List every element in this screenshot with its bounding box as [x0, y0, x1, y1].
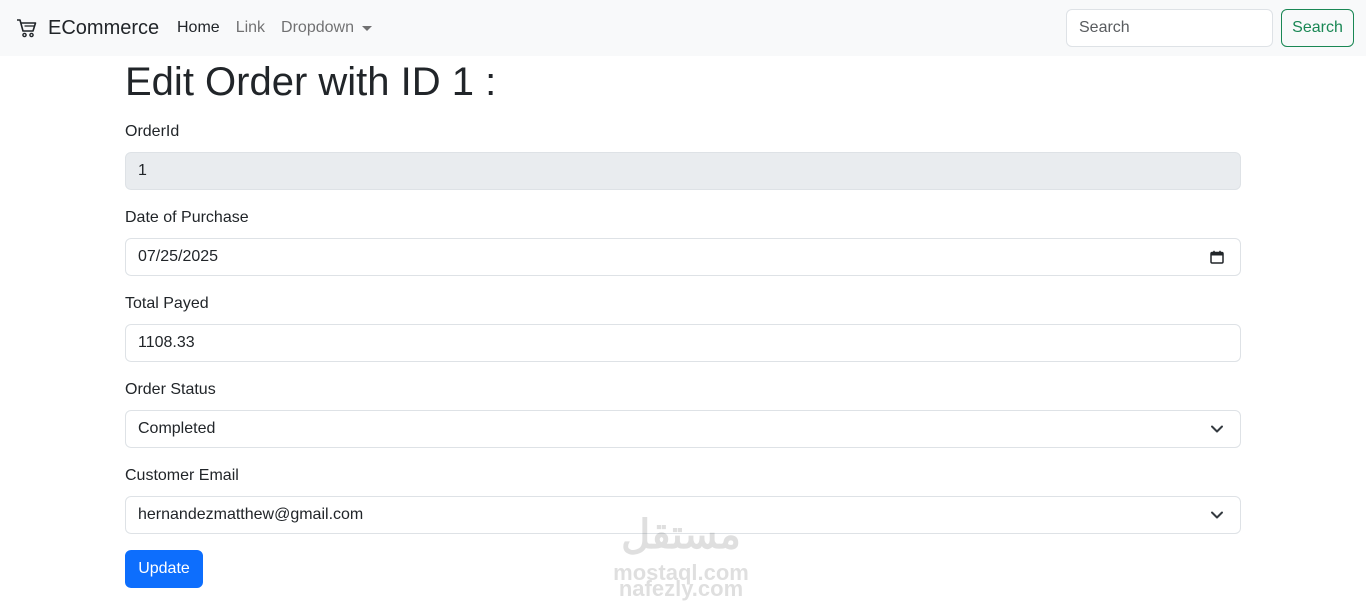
- order-status-select[interactable]: Completed: [125, 410, 1241, 448]
- order-id-label: OrderId: [125, 123, 180, 140]
- date-of-purchase-input[interactable]: 07/25/2025: [125, 238, 1241, 276]
- date-of-purchase-value: 07/25/2025: [138, 248, 219, 265]
- nav-dropdown-label: Dropdown: [281, 19, 354, 36]
- order-id-input[interactable]: 1: [125, 152, 1241, 190]
- customer-email-select[interactable]: hernandezmatthew@gmail.com: [125, 496, 1241, 534]
- nav-dropdown-toggle[interactable]: Dropdown: [281, 16, 372, 40]
- order-status-label: Order Status: [125, 381, 216, 398]
- customer-email-value: hernandezmatthew@gmail.com: [138, 506, 364, 523]
- chevron-down-icon: [1210, 424, 1224, 434]
- date-of-purchase-label: Date of Purchase: [125, 209, 249, 226]
- caret-down-icon: [361, 25, 372, 31]
- order-id-value: 1: [138, 162, 147, 179]
- cart-icon: [16, 18, 38, 38]
- watermark-mostaql: mostaql.com: [613, 560, 749, 585]
- total-payed-input[interactable]: 1108.33: [125, 324, 1241, 362]
- navbar-brand[interactable]: ECommerce: [16, 14, 159, 42]
- customer-email-label: Customer Email: [125, 467, 239, 484]
- total-payed-label: Total Payed: [125, 295, 209, 312]
- nav-link-home[interactable]: Home: [177, 16, 220, 40]
- calendar-icon[interactable]: [1210, 250, 1224, 264]
- nav-link-link[interactable]: Link: [236, 16, 265, 40]
- search-input[interactable]: [1066, 9, 1273, 47]
- navbar: ECommerce Home Link Dropdown Search: [0, 0, 1366, 56]
- page-title: Edit Order with ID 1 :: [125, 60, 497, 104]
- nav-links: Home Link Dropdown: [177, 16, 388, 40]
- watermark-nafezly: nafezly.com: [618, 576, 744, 601]
- order-status-value: Completed: [138, 420, 216, 437]
- search-button[interactable]: Search: [1281, 9, 1354, 47]
- chevron-down-icon: [1210, 510, 1224, 520]
- total-payed-value: 1108.33: [138, 334, 195, 351]
- update-button[interactable]: Update: [125, 550, 203, 588]
- brand-name: ECommerce: [48, 16, 160, 39]
